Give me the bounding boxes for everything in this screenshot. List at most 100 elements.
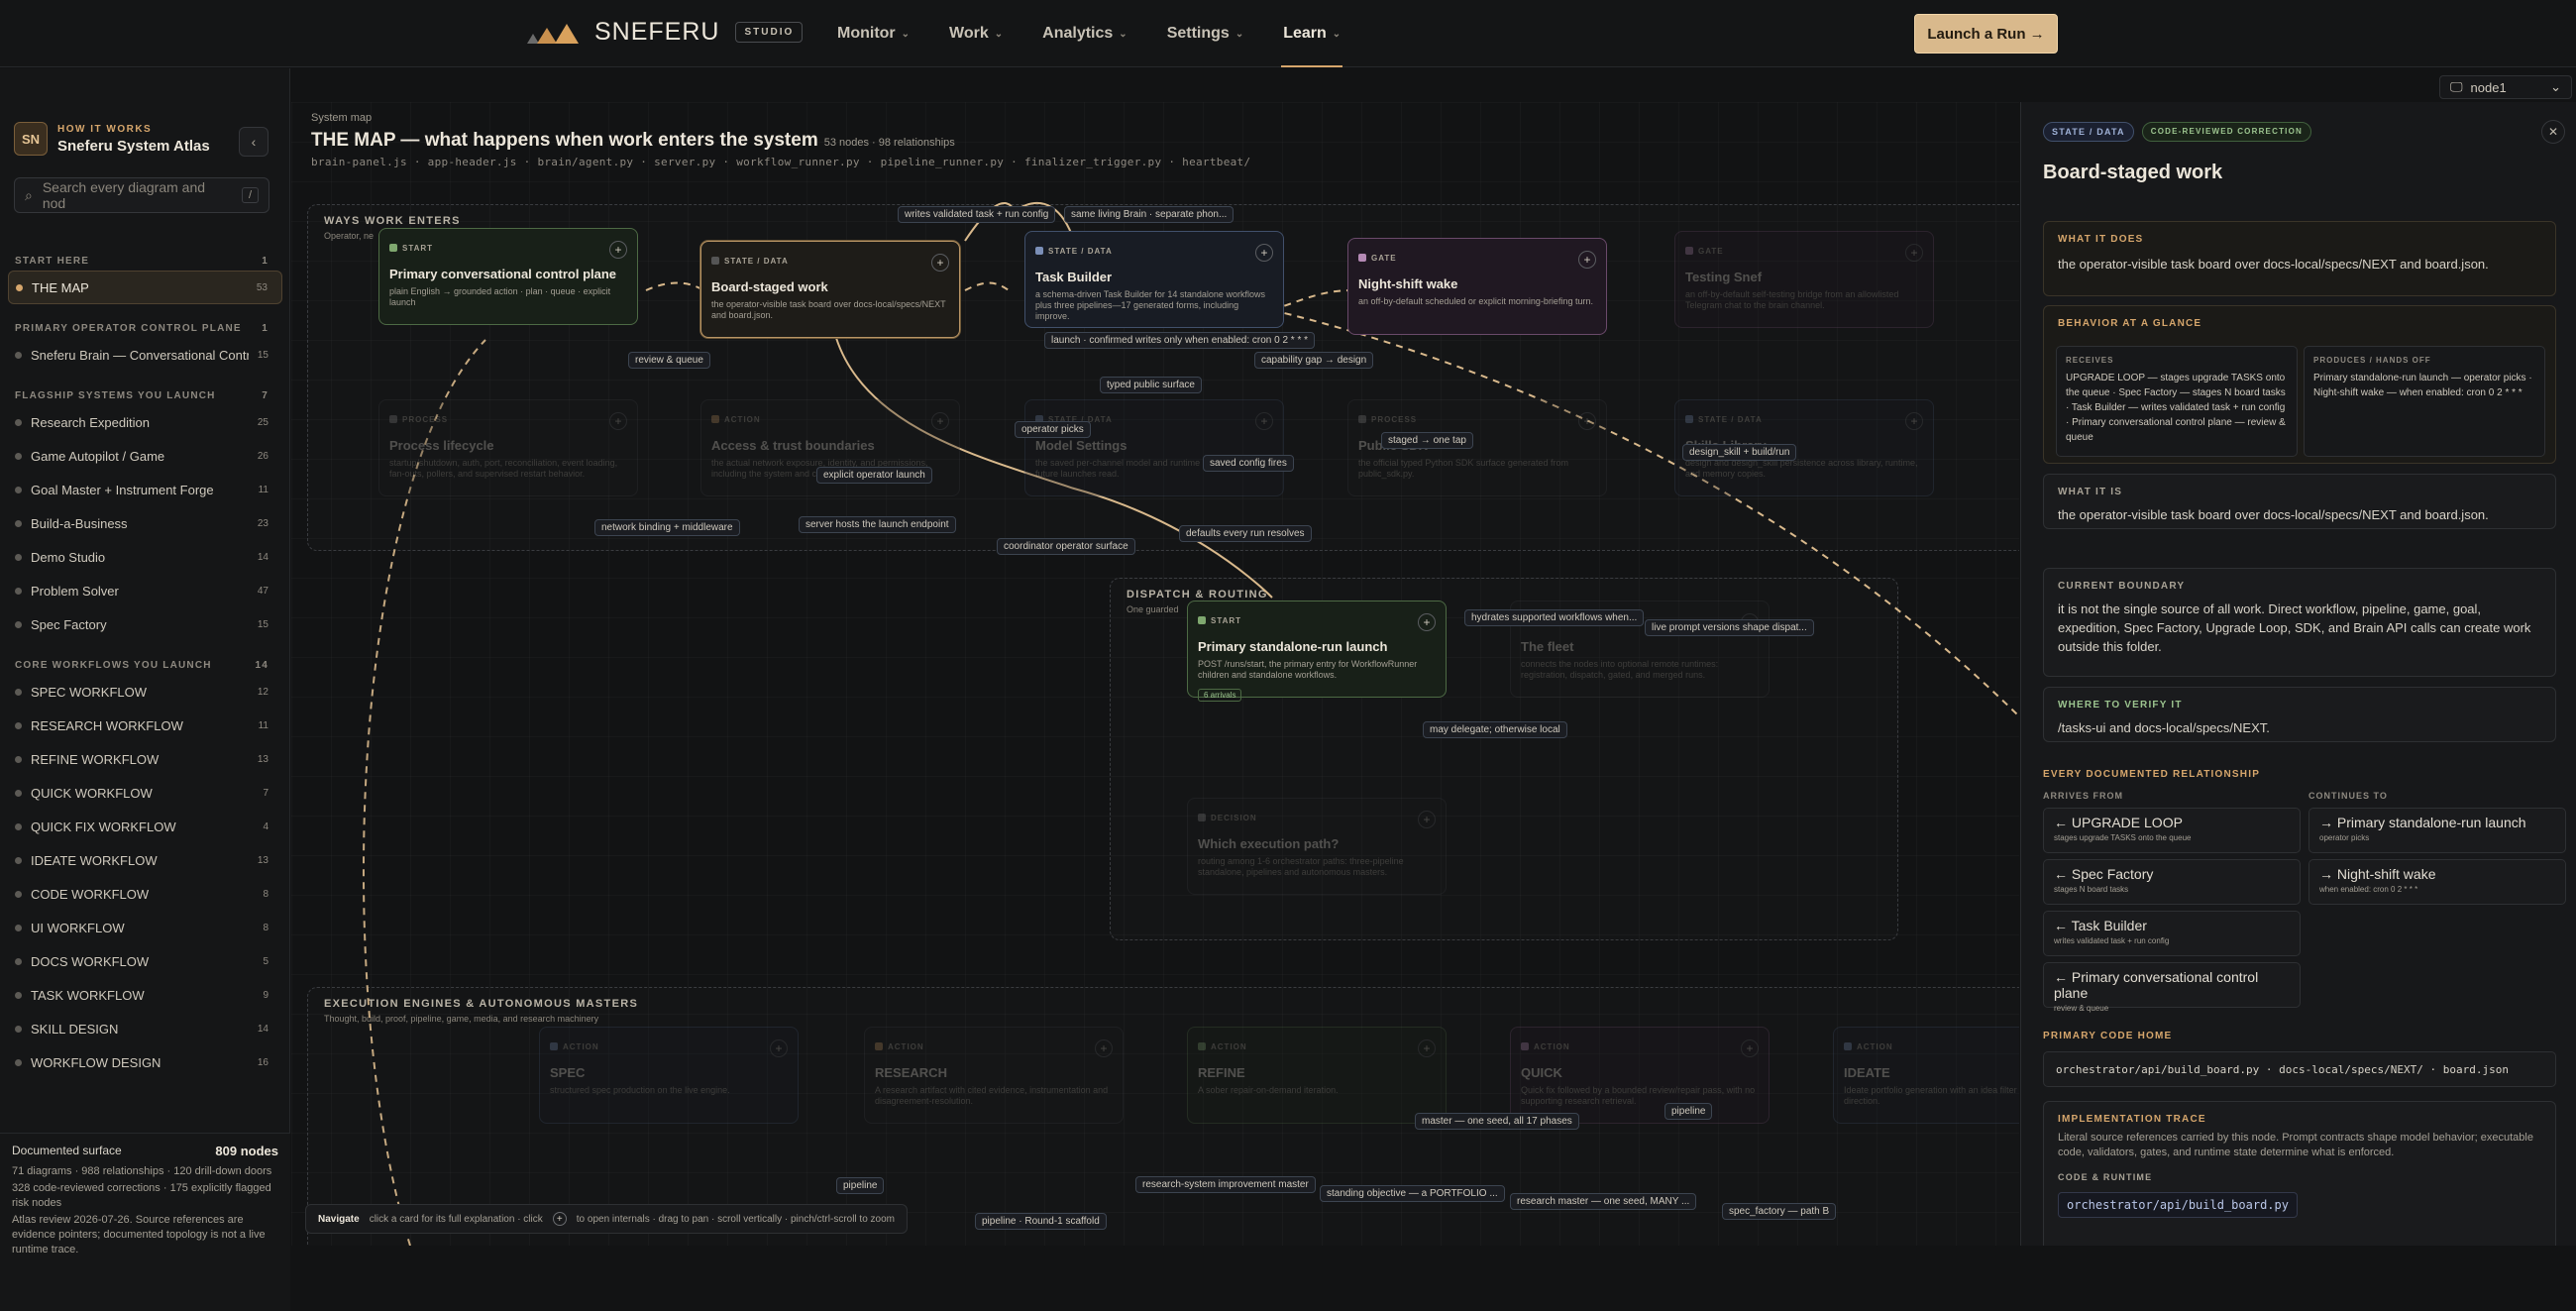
open-internals-button[interactable]: + [1418,1039,1436,1057]
open-internals-button[interactable]: + [1255,244,1273,262]
sidebar-item[interactable]: RESEARCH WORKFLOW 11 [0,709,290,742]
open-internals-button[interactable]: + [1905,412,1923,430]
sidebar-item[interactable]: SPEC WORKFLOW 12 [0,675,290,709]
open-internals-button[interactable]: + [1905,244,1923,262]
sidebar-item[interactable]: DOCS WORKFLOW 5 [0,944,290,978]
open-internals-button[interactable]: + [1418,613,1436,631]
close-panel-button[interactable]: ✕ [2541,120,2565,144]
card-description: the operator-visible task board over doc… [711,299,946,320]
brand[interactable]: SNEFERU STUDIO [525,18,804,47]
relationship-subtitle: operator picks [2319,833,2370,842]
type-badge: STATE / DATA [2043,122,2134,142]
code-runtime-path[interactable]: orchestrator/api/build_board.py [2058,1192,2298,1218]
collapse-sidebar-button[interactable]: ‹ [239,127,268,157]
arrives-from-item[interactable]: ← UPGRADE LOOP stages upgrade TASKS onto … [2043,808,2301,853]
nav-settings[interactable]: Settings ⌄ [1147,0,1264,67]
navigate-hint: Navigate click a card for its full expla… [305,1204,909,1234]
nav-monitor[interactable]: Monitor ⌄ [817,0,929,67]
continues-to-item[interactable]: → Primary standalone-run launch operator … [2308,808,2566,853]
sidebar-item[interactable]: Sneferu Brain — Conversational Contro...… [0,338,290,372]
map-card[interactable]: DECISION + Which execution path? routing… [1187,798,1447,895]
sidebar-item[interactable]: WORKFLOW DESIGN 16 [0,1045,290,1079]
nav-work[interactable]: Work ⌄ [929,0,1022,67]
sidebar-item[interactable]: Research Expedition 25 [0,405,290,439]
arrives-from-item[interactable]: ← Primary conversational control plane re… [2043,962,2301,1013]
continues-heading: CONTINUES TO [2308,791,2388,801]
node-selector[interactable]: 🖵 node1 ⌄ [2439,75,2572,99]
sidebar-item[interactable]: CODE WORKFLOW 8 [0,877,290,911]
map-card[interactable]: GATE + Testing Snef an off-by-default se… [1674,231,1934,328]
open-internals-button[interactable]: + [931,254,949,272]
open-internals-button[interactable]: + [770,1039,788,1057]
verify-box: WHERE TO VERIFY IT /tasks-ui and docs-lo… [2043,687,2556,742]
sidebar-item[interactable]: UI WORKFLOW 8 [0,911,290,944]
arrives-from-item[interactable]: ← Spec Factory stages N board tasks [2043,859,2301,905]
sidebar-item[interactable]: Build-a-Business 23 [0,506,290,540]
map-card[interactable]: PROCESS + Process lifecycle startup/shut… [378,399,638,496]
search-placeholder: Search every diagram and nod [42,179,206,211]
sidebar-item-count: 8 [263,888,268,900]
open-internals-button[interactable]: + [609,241,627,259]
sidebar-item[interactable]: Goal Master + Instrument Forge 11 [0,473,290,506]
sidebar-item-label: WORKFLOW DESIGN [31,1054,161,1070]
box-label: WHERE TO VERIFY IT [2058,700,2183,710]
map-card[interactable]: STATE / DATA + Board-staged work the ope… [700,241,960,338]
open-internals-button[interactable]: + [1578,251,1596,269]
open-internals-button[interactable]: + [1578,412,1596,430]
sidebar-item[interactable]: Demo Studio 14 [0,540,290,574]
edge-label: may delegate; otherwise local [1423,721,1567,738]
map-card[interactable]: ACTION + SPEC structured spec production… [539,1027,799,1124]
search-input[interactable]: ⌕ Search every diagram and nod / [14,177,269,213]
open-internals-button[interactable]: + [931,412,949,430]
continues-to-item[interactable]: → Night-shift wake when enabled: cron 0 2… [2308,859,2566,905]
map-card[interactable]: GATE + Night-shift wake an off-by-defaul… [1347,238,1607,335]
edge-label: master — one seed, all 17 phases [1415,1113,1579,1130]
what-it-is-box: WHAT IT IS the operator-visible task boa… [2043,474,2556,529]
sidebar-item[interactable]: Game Autopilot / Game 26 [0,439,290,473]
arrives-from-item[interactable]: ← Task Builder writes validated task + ru… [2043,911,2301,956]
system-map-canvas[interactable]: System map THE MAP — what happens when w… [291,102,2019,1246]
sidebar-item[interactable]: SKILL DESIGN 14 [0,1012,290,1045]
open-internals-button[interactable]: + [1741,1039,1759,1057]
map-card[interactable]: ACTION + RESEARCH A research artifact wi… [864,1027,1124,1124]
type-icon [1685,247,1693,255]
open-internals-button[interactable]: + [1095,1039,1113,1057]
open-internals-button[interactable]: + [1418,811,1436,828]
open-internals-button[interactable]: + [1255,412,1273,430]
type-icon [1198,814,1206,821]
card-title: Access & trust boundaries [711,438,875,453]
sidebar-item[interactable]: QUICK FIX WORKFLOW 4 [0,810,290,843]
map-card[interactable]: ACTION + IDEATE Ideate portfolio generat… [1833,1027,2019,1124]
map-card[interactable]: ACTION + QUICK Quick fix followed by a b… [1510,1027,1770,1124]
sidebar-item-count: 47 [257,585,268,597]
map-card[interactable]: ACTION + REFINE A sober repair-on-demand… [1187,1027,1447,1124]
map-card[interactable]: STATE / DATA + Model Settings the saved … [1024,399,1284,496]
nav-learn[interactable]: Learn ⌄ [1263,0,1360,67]
card-title: Process lifecycle [389,438,494,453]
card-description: startup/shutdown, auth, port, reconcilia… [389,458,618,479]
close-icon: ✕ [2547,125,2559,139]
card-type: STATE / DATA [724,256,789,266]
shortcut-key: / [241,187,259,203]
sidebar-item[interactable]: THE MAP 53 [8,271,282,304]
chevron-down-icon: ⌄ [994,28,1004,40]
map-card[interactable]: STATE / DATA + Task Builder a schema-dri… [1024,231,1284,328]
card-type-badge: ACTION [711,415,761,424]
sidebar-item[interactable]: QUICK WORKFLOW 7 [0,776,290,810]
footer-value: 809 nodes [215,1144,278,1158]
open-internals-button[interactable]: + [609,412,627,430]
code-home-path[interactable]: orchestrator/api/build_board.py · docs-l… [2043,1051,2556,1087]
sidebar-item[interactable]: IDEATE WORKFLOW 13 [0,843,290,877]
receives-box: RECEIVES UPGRADE LOOP — stages upgrade T… [2056,346,2298,457]
nav-analytics[interactable]: Analytics ⌄ [1022,0,1147,67]
card-type: PROCESS [402,414,449,424]
sidebar-item[interactable]: TASK WORKFLOW 9 [0,978,290,1012]
map-card[interactable]: START + Primary standalone-run launch PO… [1187,601,1447,702]
sidebar-item-label: TASK WORKFLOW [31,987,145,1003]
sidebar-item[interactable]: Problem Solver 47 [0,574,290,607]
map-card[interactable]: START + Primary conversational control p… [378,228,638,325]
launch-run-button[interactable]: Launch a Run → [1914,14,2058,54]
chevron-down-icon: ⌄ [1234,28,1244,40]
sidebar-item[interactable]: Spec Factory 15 [0,607,290,641]
sidebar-item[interactable]: REFINE WORKFLOW 13 [0,742,290,776]
